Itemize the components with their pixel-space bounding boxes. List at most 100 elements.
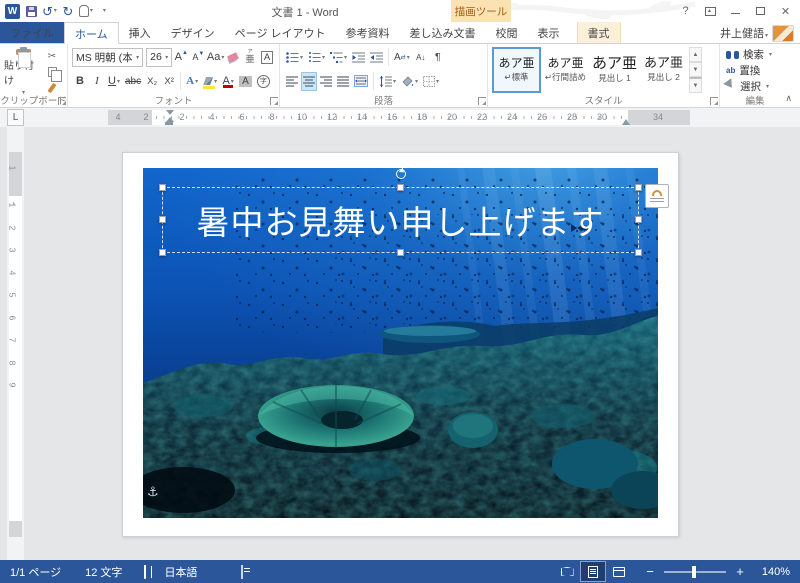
web-layout-button[interactable] <box>607 562 631 581</box>
italic-button[interactable]: I <box>89 72 105 91</box>
find-button[interactable]: 検索 <box>724 47 786 62</box>
tab-mailings[interactable]: 差し込み文書 <box>400 22 486 43</box>
tab-design[interactable]: デザイン <box>161 22 225 43</box>
save-button[interactable] <box>24 2 38 20</box>
paragraph-dialog-launcher[interactable] <box>478 97 486 105</box>
underline-button[interactable]: U <box>106 72 122 91</box>
style-no-spacing[interactable]: あア亜 ↵行間詰め <box>541 47 590 93</box>
styles-scroll-down-button[interactable]: ▼ <box>689 62 702 77</box>
select-button[interactable]: 選択 <box>723 78 786 95</box>
text-effects-button[interactable]: A <box>184 72 200 91</box>
align-center-button[interactable] <box>301 71 317 91</box>
close-button[interactable]: ✕ <box>773 0 798 22</box>
replace-button[interactable]: ab 置換 <box>724 63 786 78</box>
left-indent-marker[interactable] <box>165 122 173 125</box>
selection-handle-mid-left[interactable] <box>159 216 166 223</box>
zoom-level[interactable]: 140% <box>758 566 790 578</box>
clipboard-dialog-launcher[interactable] <box>58 97 66 105</box>
enclose-characters-button[interactable]: 字 <box>255 72 272 91</box>
right-indent-marker[interactable] <box>622 115 630 125</box>
multilevel-list-button[interactable] <box>328 48 349 67</box>
paste-button[interactable]: 貼り付け <box>4 46 42 96</box>
strikethrough-button[interactable]: abc <box>123 72 143 91</box>
align-right-button[interactable] <box>318 72 334 91</box>
horizontal-ruler[interactable]: 4 2 2 4 6 8 10 12 14 16 18 20 22 24 26 2… <box>24 108 800 127</box>
character-shading-button[interactable]: A <box>237 72 254 91</box>
zoom-out-button[interactable]: − <box>642 564 658 579</box>
show-paragraph-marks-button[interactable]: ¶ <box>430 48 446 67</box>
touch-mode-button[interactable] <box>78 2 93 20</box>
selection-handle-mid-right[interactable] <box>635 216 642 223</box>
styles-more-button[interactable]: ▼ <box>689 77 702 93</box>
help-button[interactable]: ? <box>673 0 698 22</box>
redo-button[interactable]: ↻ <box>61 2 75 20</box>
line-spacing-button[interactable] <box>377 72 398 91</box>
selection-handle-bottom-right[interactable] <box>635 249 642 256</box>
change-case-button[interactable]: Aa <box>207 48 224 67</box>
grow-font-button[interactable]: A ▲ <box>173 48 189 67</box>
proofing-status-icon[interactable] <box>144 564 147 579</box>
styles-dialog-launcher[interactable] <box>710 97 718 105</box>
greeting-textbox[interactable]: 暑中お見舞い申し上げます <box>159 169 642 256</box>
tab-view[interactable]: 表示 <box>528 22 570 43</box>
zoom-slider[interactable] <box>664 565 726 578</box>
styles-scroll-up-button[interactable]: ▲ <box>689 47 702 62</box>
word-count[interactable]: 12 文字 <box>85 564 122 580</box>
undo-button[interactable]: ↺ <box>42 2 57 20</box>
numbering-button[interactable] <box>306 48 327 67</box>
bullets-button[interactable] <box>284 48 305 67</box>
rotation-handle[interactable] <box>395 169 406 179</box>
font-name-combo[interactable]: MS 明朝 (本 <box>72 47 144 67</box>
align-left-button[interactable] <box>284 72 300 91</box>
superscript-button[interactable]: X² <box>161 72 177 91</box>
print-layout-button[interactable] <box>580 561 606 582</box>
minimize-button[interactable] <box>723 0 748 22</box>
highlight-color-button[interactable] <box>201 72 219 91</box>
borders-button[interactable] <box>421 72 441 91</box>
shrink-font-button[interactable]: A ▼ <box>190 48 206 67</box>
distribute-button[interactable] <box>352 72 370 91</box>
selection-handle-bottom-left[interactable] <box>159 249 166 256</box>
asian-layout-button[interactable]: A ⇄ <box>392 48 412 67</box>
tab-insert[interactable]: 挿入 <box>119 22 161 43</box>
increase-indent-button[interactable] <box>368 48 385 67</box>
selection-handle-bottom-center[interactable] <box>396 249 404 256</box>
macro-record-icon[interactable] <box>241 564 244 579</box>
tab-stop-selector[interactable]: L <box>7 109 24 126</box>
font-color-button[interactable]: A <box>220 72 236 91</box>
tab-review[interactable]: 校閲 <box>486 22 528 43</box>
tab-home[interactable]: ホーム <box>64 22 119 44</box>
font-dialog-launcher[interactable] <box>270 97 278 105</box>
subscript-button[interactable]: X₂ <box>144 72 160 91</box>
tab-references[interactable]: 参考資料 <box>336 22 400 43</box>
zoom-slider-thumb[interactable] <box>692 565 696 578</box>
layout-options-button[interactable] <box>645 184 669 208</box>
sort-button[interactable]: A↓ <box>413 48 429 67</box>
customize-qat-button[interactable] <box>97 2 111 20</box>
decrease-indent-button[interactable] <box>350 48 367 67</box>
tab-page-layout[interactable]: ページ レイアウト <box>225 22 336 43</box>
justify-button[interactable] <box>335 72 351 91</box>
bold-button[interactable]: B <box>72 72 88 91</box>
style-heading1[interactable]: あア亜 見出し 1 <box>590 47 639 93</box>
character-border-button[interactable]: A <box>259 48 275 67</box>
copy-button[interactable] <box>44 65 62 82</box>
vertical-ruler[interactable]: 1 1 2 3 4 5 6 7 8 9 <box>7 127 24 560</box>
phonetic-guide-button[interactable]: ア亜 <box>242 48 258 67</box>
style-normal[interactable]: あア亜 ↵標準 <box>492 47 541 93</box>
collapse-ribbon-button[interactable]: ∧ <box>785 93 792 104</box>
read-mode-button[interactable] <box>555 562 579 581</box>
shading-button[interactable] <box>399 72 420 91</box>
font-size-combo[interactable]: 26 <box>146 47 173 67</box>
tab-file[interactable]: ファイル <box>0 22 64 43</box>
greeting-text[interactable]: 暑中お見舞い申し上げます <box>163 188 638 252</box>
style-heading2[interactable]: あア亜 見出し 2 <box>639 47 688 93</box>
cut-button[interactable]: ✂ <box>44 49 60 63</box>
account-area[interactable]: 井上健語 <box>720 22 794 44</box>
word-logo-icon[interactable]: W <box>5 3 20 19</box>
hanging-indent-marker[interactable] <box>166 113 174 122</box>
ribbon-display-options-button[interactable] <box>698 0 723 22</box>
tab-format-drawing-tools[interactable]: 書式 <box>576 22 621 43</box>
selection-handle-top-left[interactable] <box>159 184 166 191</box>
selection-handle-top-center[interactable] <box>396 184 404 191</box>
